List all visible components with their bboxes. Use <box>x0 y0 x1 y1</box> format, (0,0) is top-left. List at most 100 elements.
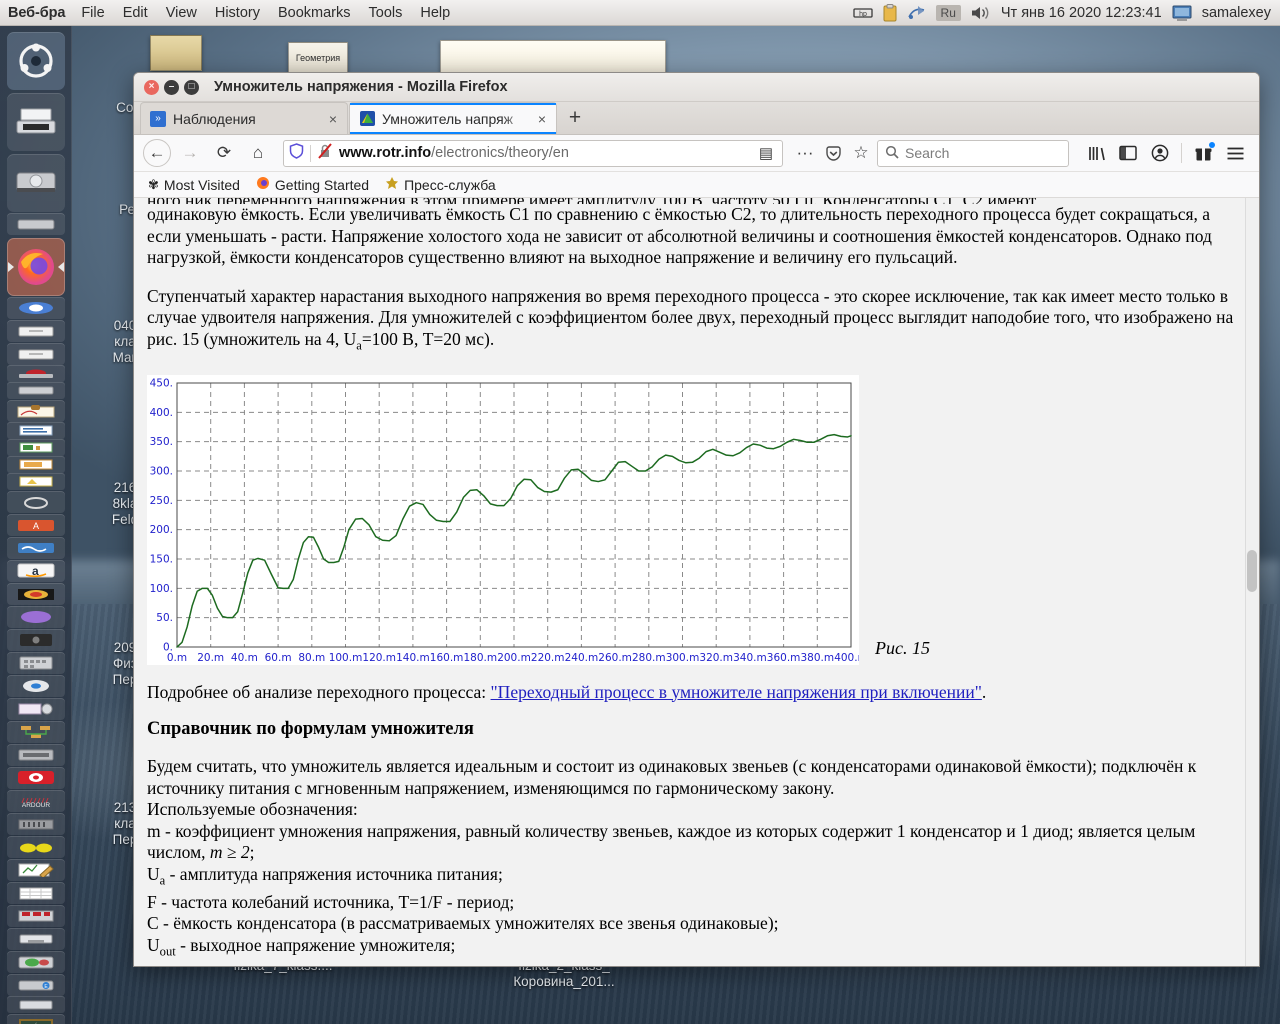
url-text: www.rotr.info/electronics/theory/en <box>339 145 749 161</box>
dock-item-phone[interactable] <box>6 629 65 651</box>
svg-text:450.: 450. <box>150 377 173 389</box>
svg-text:hp: hp <box>859 11 867 18</box>
page-scrollbar[interactable] <box>1245 198 1259 966</box>
window-close-button[interactable]: × <box>144 79 159 95</box>
tab-nablyudeniya[interactable]: » Наблюдения × <box>140 102 348 134</box>
dock-item-doc-blue[interactable] <box>6 422 65 439</box>
new-tab-button[interactable]: + <box>558 102 592 134</box>
menu-tools[interactable]: Tools <box>360 5 412 21</box>
dock-item-disk-utility-2[interactable] <box>6 213 65 235</box>
dock-item-paint-tool[interactable] <box>6 951 65 973</box>
menu-edit[interactable]: Edit <box>114 5 157 21</box>
dock-item-math-board[interactable]: √a <box>6 1014 65 1024</box>
bookmark-press-service[interactable]: Пресс-служба <box>385 176 496 193</box>
tab-close-icon[interactable]: × <box>535 111 549 127</box>
keyboard-layout-indicator[interactable]: Ru <box>935 4 961 21</box>
tab-umnozhitel[interactable]: Умножитель напряж × <box>349 102 557 134</box>
definition-m-end: ; <box>249 842 255 862</box>
reload-icon[interactable]: ⟳ <box>209 139 239 167</box>
dock-item-scanner-3[interactable] <box>6 996 65 1013</box>
desktop-folder-thumb[interactable] <box>150 35 202 71</box>
shield-icon[interactable] <box>289 142 304 164</box>
menu-bookmarks[interactable]: Bookmarks <box>269 5 360 21</box>
username-label[interactable]: samalexey <box>1202 5 1271 21</box>
volume-icon[interactable] <box>970 4 992 22</box>
dock-item-calc-green[interactable] <box>6 439 65 456</box>
hp-printer-icon[interactable]: hp <box>852 5 873 21</box>
reader-view-icon[interactable]: ▤ <box>755 142 777 164</box>
ellipsis-icon[interactable]: ··· <box>793 139 817 167</box>
page-scroll-container: ного ник переменного напряжения в этом п… <box>134 198 1245 966</box>
arrow-left-icon[interactable]: ← <box>143 139 171 167</box>
dock-item-doc-orange[interactable] <box>6 456 65 473</box>
search-bar[interactable]: Search <box>877 139 1069 167</box>
account-icon[interactable] <box>1145 139 1175 167</box>
network-icon[interactable] <box>907 4 927 22</box>
dock-item-printer[interactable] <box>6 928 65 950</box>
bookmark-getting-started[interactable]: Getting Started <box>256 176 369 193</box>
svg-text:300.: 300. <box>150 465 173 477</box>
dock-item-purple-app[interactable] <box>6 606 65 628</box>
gift-icon[interactable] <box>1188 139 1218 167</box>
sidebar-icon[interactable] <box>1113 139 1143 167</box>
dock-item-scanner[interactable] <box>6 93 65 151</box>
url-bar[interactable]: www.rotr.info/electronics/theory/en ▤ <box>283 139 783 167</box>
dock-item-draw-pencil[interactable] <box>6 859 65 881</box>
gap-after-heading <box>147 740 1237 756</box>
dock-item-ardour[interactable]: ARDOUR <box>6 790 65 812</box>
dock-item-disk-utility[interactable] <box>6 154 65 212</box>
dock-item-audio-cd[interactable] <box>6 675 65 697</box>
dock-item-diagram-tool[interactable] <box>6 721 65 743</box>
menu-view[interactable]: View <box>157 5 206 21</box>
bookmark-label: Пресс-служба <box>404 176 496 193</box>
dock-item-files-2[interactable] <box>6 343 65 365</box>
window-maximize-button[interactable]: □ <box>184 79 199 95</box>
dock-item-plasma-sim[interactable] <box>6 583 65 605</box>
library-icon[interactable] <box>1081 139 1111 167</box>
home-icon[interactable]: ⌂ <box>243 139 273 167</box>
dock-item-files-1[interactable] <box>6 320 65 342</box>
launcher-dock[interactable]: A a ARDOUR E <box>0 26 72 1024</box>
menu-history[interactable]: History <box>206 5 269 21</box>
dock-item-browser-blue[interactable] <box>6 297 65 319</box>
dock-item-record-red[interactable] <box>6 767 65 789</box>
transient-process-link[interactable]: "Переходный процесс в умножителе напряже… <box>491 682 982 702</box>
window-minimize-button[interactable]: – <box>164 79 179 95</box>
hamburger-menu-icon[interactable] <box>1220 139 1250 167</box>
dock-item-scanner-2[interactable] <box>6 382 65 399</box>
dock-item-media-red[interactable] <box>6 365 65 382</box>
menu-help[interactable]: Help <box>411 5 459 21</box>
pocket-icon[interactable] <box>821 139 845 167</box>
dock-item-anaconda[interactable]: A <box>6 514 65 536</box>
star-icon[interactable]: ☆ <box>849 139 873 167</box>
insecure-lock-icon[interactable] <box>317 142 333 164</box>
dock-item-vm-tool[interactable] <box>6 744 65 766</box>
dock-item-amazon[interactable]: a <box>6 560 65 582</box>
dock-item-blue-wave[interactable] <box>6 537 65 559</box>
dock-item-calculator[interactable] <box>6 652 65 674</box>
menubar-app-name[interactable]: Веб-бра <box>0 5 72 21</box>
dock-item-firefox[interactable] <box>6 238 65 296</box>
svg-text:280.m: 280.m <box>632 652 666 664</box>
scrollbar-thumb[interactable] <box>1247 550 1257 592</box>
tab-close-icon[interactable]: × <box>326 111 340 127</box>
dock-item-disk-e[interactable]: E <box>6 974 65 996</box>
dock-item-graphics-red[interactable] <box>6 400 65 422</box>
paragraph-link-line: Подробнее об анализе переходного процесс… <box>147 682 1237 704</box>
dock-item-photo-tool[interactable] <box>6 698 65 720</box>
dock-item-ubuntu-dash[interactable] <box>6 32 65 90</box>
dock-item-glasses-yellow[interactable] <box>6 836 65 858</box>
bookmark-most-visited[interactable]: ✾ Most Visited <box>148 177 240 193</box>
dock-item-red-app[interactable] <box>6 905 65 927</box>
clock-datetime[interactable]: Чт янв 16 2020 12:23:41 <box>1001 5 1162 21</box>
clipboard-icon[interactable] <box>882 3 898 22</box>
paragraph-3: Будем считать, что умножитель является и… <box>147 756 1197 798</box>
dock-item-draw-yellow[interactable] <box>6 473 65 490</box>
arrow-right-icon[interactable]: → <box>175 139 205 167</box>
dock-item-spreadsheet[interactable] <box>6 882 65 904</box>
rss-icon: » <box>150 110 166 127</box>
monitor-icon[interactable] <box>1171 4 1193 22</box>
menu-file[interactable]: File <box>72 5 113 21</box>
dock-item-mixer[interactable] <box>6 813 65 835</box>
dock-item-base-grey[interactable] <box>6 491 65 513</box>
